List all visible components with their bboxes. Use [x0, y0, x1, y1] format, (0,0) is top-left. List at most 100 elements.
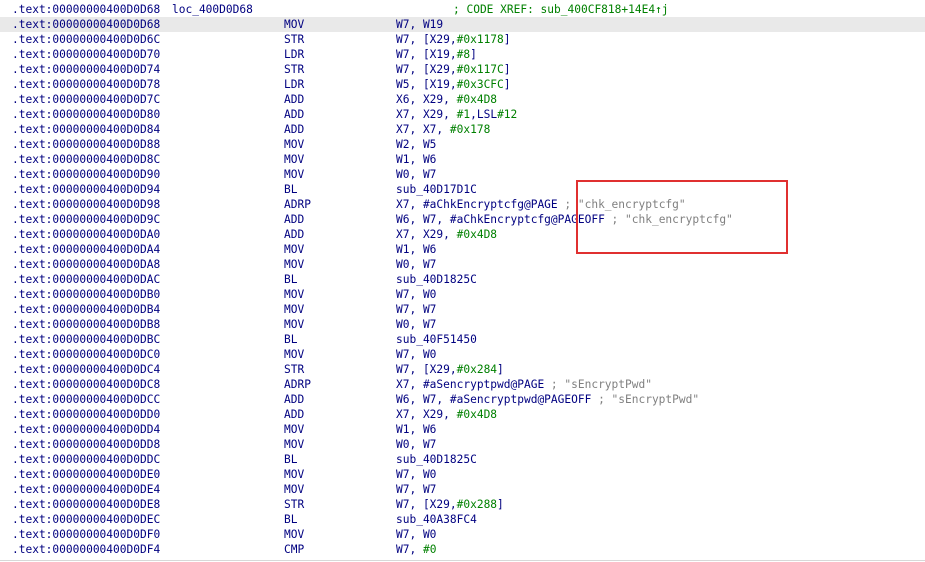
operand-text[interactable]: X7, X29, #1,LSL#12 — [396, 108, 517, 121]
instruction-operands[interactable]: X7, X29, #0x4D8 — [396, 227, 497, 242]
instruction-operands[interactable]: sub_40D17D1C — [396, 182, 477, 197]
instruction-row[interactable]: .text:00000000400D0DEC BL sub_40A38FC4 — [0, 512, 925, 527]
operand-text[interactable]: X6, X29, #0x4D8 — [396, 93, 497, 106]
instruction-mnemonic[interactable]: LDR — [284, 77, 304, 92]
instruction-row[interactable]: .text:00000000400D0DCC ADD W6, W7, #aSencr… — [0, 392, 925, 407]
instruction-address[interactable]: .text:00000000400D0DEC — [12, 512, 160, 527]
instruction-operands[interactable]: W7, #0 — [396, 542, 436, 557]
instruction-address[interactable]: .text:00000000400D0D6C — [12, 32, 160, 47]
instruction-address[interactable]: .text:00000000400D0DB8 — [12, 317, 160, 332]
instruction-operands[interactable]: W1, W6 — [396, 152, 436, 167]
instruction-operands[interactable]: W7, W7 — [396, 482, 436, 497]
instruction-address[interactable]: .text:00000000400D0D88 — [12, 137, 160, 152]
instruction-row[interactable]: .text:00000000400D0D80 ADD X7, X29, #1,LSL… — [0, 107, 925, 122]
instruction-mnemonic[interactable]: MOV — [284, 137, 304, 152]
operand-text[interactable]: W0, W7 — [396, 318, 436, 331]
instruction-operands[interactable]: X6, X29, #0x4D8 — [396, 92, 497, 107]
instruction-operands[interactable]: W7, [X29,#0x284] — [396, 362, 504, 377]
instruction-address[interactable]: .text:00000000400D0DB0 — [12, 287, 160, 302]
instruction-operands[interactable]: W0, W7 — [396, 437, 436, 452]
instruction-address[interactable]: .text:00000000400D0DD4 — [12, 422, 160, 437]
operand-text[interactable]: X7, #aSencryptpwd@PAGE — [396, 378, 544, 391]
instruction-mnemonic[interactable]: MOV — [284, 287, 304, 302]
operand-text[interactable]: W1, W6 — [396, 423, 436, 436]
operand-text[interactable]: sub_40D1825C — [396, 453, 477, 466]
instruction-address[interactable]: .text:00000000400D0DE0 — [12, 467, 160, 482]
instruction-address[interactable]: .text:00000000400D0D7C — [12, 92, 160, 107]
instruction-operands[interactable]: X7, X29, #1,LSL#12 — [396, 107, 517, 122]
instruction-mnemonic[interactable]: ADRP — [284, 197, 311, 212]
operand-text[interactable]: X7, #aChkEncryptcfg@PAGE — [396, 198, 558, 211]
instruction-row[interactable]: .text:00000000400D0DE4 MOV W7, W7 — [0, 482, 925, 497]
operand-text[interactable]: W7, [X29,#0x284] — [396, 363, 504, 376]
instruction-operands[interactable]: W1, W6 — [396, 422, 436, 437]
label-line[interactable]: .text:00000000400D0D68 loc_400D0D68 ; CO… — [0, 2, 925, 17]
instruction-mnemonic[interactable]: LDR — [284, 47, 304, 62]
instruction-operands[interactable]: W2, W5 — [396, 137, 436, 152]
label-line-address[interactable]: .text:00000000400D0D68 — [12, 2, 160, 17]
instruction-mnemonic[interactable]: STR — [284, 497, 304, 512]
instruction-mnemonic[interactable]: MOV — [284, 302, 304, 317]
instruction-row[interactable]: .text:00000000400D0DAC BL sub_40D1825C — [0, 272, 925, 287]
operand-text[interactable]: X7, X7, #0x178 — [396, 123, 490, 136]
instruction-address[interactable]: .text:00000000400D0DD0 — [12, 407, 160, 422]
instruction-address[interactable]: .text:00000000400D0D74 — [12, 62, 160, 77]
operand-text[interactable]: W7, W0 — [396, 348, 436, 361]
instruction-row[interactable]: .text:00000000400D0D84 ADD X7, X7, #0x178 — [0, 122, 925, 137]
instruction-address[interactable]: .text:00000000400D0DD8 — [12, 437, 160, 452]
instruction-mnemonic[interactable]: MOV — [284, 437, 304, 452]
instruction-mnemonic[interactable]: MOV — [284, 152, 304, 167]
instruction-mnemonic[interactable]: MOV — [284, 527, 304, 542]
instruction-operands[interactable]: W7, [X19,#8] — [396, 47, 477, 62]
instruction-mnemonic[interactable]: ADD — [284, 407, 304, 422]
instruction-address[interactable]: .text:00000000400D0D78 — [12, 77, 160, 92]
operand-text[interactable]: W7, W19 — [396, 18, 443, 31]
instruction-operands[interactable]: W7, W0 — [396, 287, 436, 302]
instruction-operands[interactable]: W7, W0 — [396, 527, 436, 542]
instruction-operands[interactable]: W7, W19 — [396, 17, 443, 32]
operand-text[interactable]: W6, W7, #aChkEncryptcfg@PAGEOFF — [396, 213, 605, 226]
instruction-row[interactable]: .text:00000000400D0DC8 ADRP X7, #aSencrypt… — [0, 377, 925, 392]
operand-text[interactable]: W7, W0 — [396, 288, 436, 301]
operand-text[interactable]: W6, W7, #aSencryptpwd@PAGEOFF — [396, 393, 591, 406]
instruction-mnemonic[interactable]: MOV — [284, 17, 304, 32]
instruction-mnemonic[interactable]: BL — [284, 512, 297, 527]
instruction-operands[interactable]: W0, W7 — [396, 167, 436, 182]
instruction-row[interactable]: .text:00000000400D0D88 MOV W2, W5 — [0, 137, 925, 152]
instruction-address[interactable]: .text:00000000400D0DF4 — [12, 542, 160, 557]
instruction-address[interactable]: .text:00000000400D0DA8 — [12, 257, 160, 272]
code-label[interactable]: loc_400D0D68 — [172, 2, 253, 17]
instruction-operands[interactable]: X7, X7, #0x178 — [396, 122, 490, 137]
instruction-row[interactable]: .text:00000000400D0DC0 MOV W7, W0 — [0, 347, 925, 362]
instruction-address[interactable]: .text:00000000400D0D84 — [12, 122, 160, 137]
instruction-operands[interactable]: W7, W0 — [396, 467, 436, 482]
instruction-operands[interactable]: W7, [X29,#0x1178] — [396, 32, 511, 47]
instruction-address[interactable]: .text:00000000400D0DC4 — [12, 362, 160, 377]
instruction-address[interactable]: .text:00000000400D0D70 — [12, 47, 160, 62]
operand-text[interactable]: X7, X29, #0x4D8 — [396, 408, 497, 421]
instruction-mnemonic[interactable]: ADD — [284, 92, 304, 107]
instruction-mnemonic[interactable]: STR — [284, 32, 304, 47]
instruction-address[interactable]: .text:00000000400D0DDC — [12, 452, 160, 467]
instruction-row[interactable]: .text:00000000400D0D6C STR W7, [X29,#0x117… — [0, 32, 925, 47]
operand-text[interactable]: W7, W0 — [396, 468, 436, 481]
instruction-mnemonic[interactable]: STR — [284, 62, 304, 77]
operand-text[interactable]: W7, [X19,#8] — [396, 48, 477, 61]
instruction-mnemonic[interactable]: ADD — [284, 227, 304, 242]
instruction-mnemonic[interactable]: BL — [284, 182, 297, 197]
instruction-row[interactable]: .text:00000000400D0D78 LDR W5, [X19,#0x3CF… — [0, 77, 925, 92]
instruction-row[interactable]: .text:00000000400D0DA8 MOV W0, W7 — [0, 257, 925, 272]
instruction-row[interactable]: .text:00000000400D0DC4 STR W7, [X29,#0x284… — [0, 362, 925, 377]
instruction-mnemonic[interactable]: BL — [284, 272, 297, 287]
instruction-operands[interactable]: W1, W6 — [396, 242, 436, 257]
operand-text[interactable]: W7, W7 — [396, 303, 436, 316]
instruction-row[interactable]: .text:00000000400D0DF0 MOV W7, W0 — [0, 527, 925, 542]
instruction-mnemonic[interactable]: CMP — [284, 542, 304, 557]
instruction-row[interactable]: .text:00000000400D0DB0 MOV W7, W0 — [0, 287, 925, 302]
instruction-address[interactable]: .text:00000000400D0DC0 — [12, 347, 160, 362]
instruction-operands[interactable]: W7, W0 — [396, 347, 436, 362]
instruction-address[interactable]: .text:00000000400D0D90 — [12, 167, 160, 182]
instruction-address[interactable]: .text:00000000400D0DBC — [12, 332, 160, 347]
instruction-row[interactable]: .text:00000000400D0DD0 ADD X7, X29, #0x4D8 — [0, 407, 925, 422]
instruction-mnemonic[interactable]: ADD — [284, 122, 304, 137]
